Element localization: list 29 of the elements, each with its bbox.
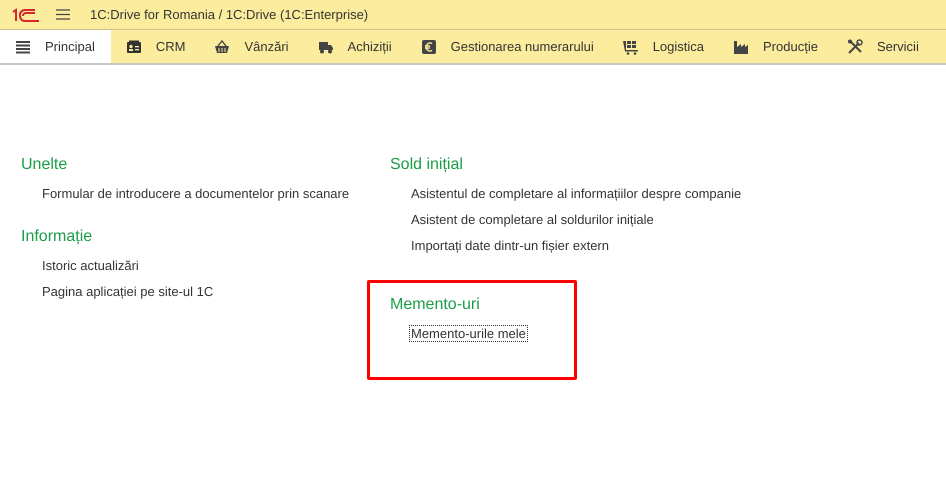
section-tab[interactable]: Producție <box>718 30 832 63</box>
section-tab[interactable]: Logistica <box>608 30 718 63</box>
command-link[interactable]: Istoric actualizări <box>40 257 141 274</box>
section-heading: Memento-uri <box>390 296 481 315</box>
logo-icon <box>11 8 41 22</box>
command-link[interactable]: Memento-urile mele <box>409 325 528 342</box>
section-tab[interactable]: Principal <box>0 30 111 63</box>
basket-icon <box>214 38 230 54</box>
section-tab[interactable]: Vânzări <box>199 30 303 63</box>
section-heading: Unelte <box>21 156 68 175</box>
section-tab[interactable]: Gestionarea numerarului <box>406 30 608 63</box>
section-tab[interactable]: Servicii <box>832 30 933 63</box>
section-heading: Sold inițial <box>390 156 464 175</box>
command-link[interactable]: Asistentul de completare al informațiilor despre companie <box>409 185 744 202</box>
command-link[interactable]: Pagina aplicației pe site-ul 1C <box>40 283 216 300</box>
factory-icon <box>733 38 750 54</box>
cart-icon <box>622 38 639 54</box>
section-tab[interactable]: CRM <box>110 30 200 63</box>
euro-icon <box>420 38 437 54</box>
menu-icon[interactable] <box>56 9 70 20</box>
contact-card-icon <box>126 38 142 54</box>
section-tab[interactable]: Achiziții <box>302 30 406 63</box>
command-link[interactable]: Importați date dintr-un fișier extern <box>409 237 611 254</box>
window-title: 1C:Drive for Romania / 1C:Drive (1C:Enterprise) <box>90 7 368 22</box>
command-link[interactable]: Formular de introducere a documentelor prin scanare <box>40 185 352 202</box>
list-icon <box>15 38 31 54</box>
tools-icon <box>846 38 863 54</box>
section-heading: Informație <box>21 228 94 247</box>
command-link[interactable]: Asistent de completare al soldurilor inițiale <box>409 211 656 228</box>
